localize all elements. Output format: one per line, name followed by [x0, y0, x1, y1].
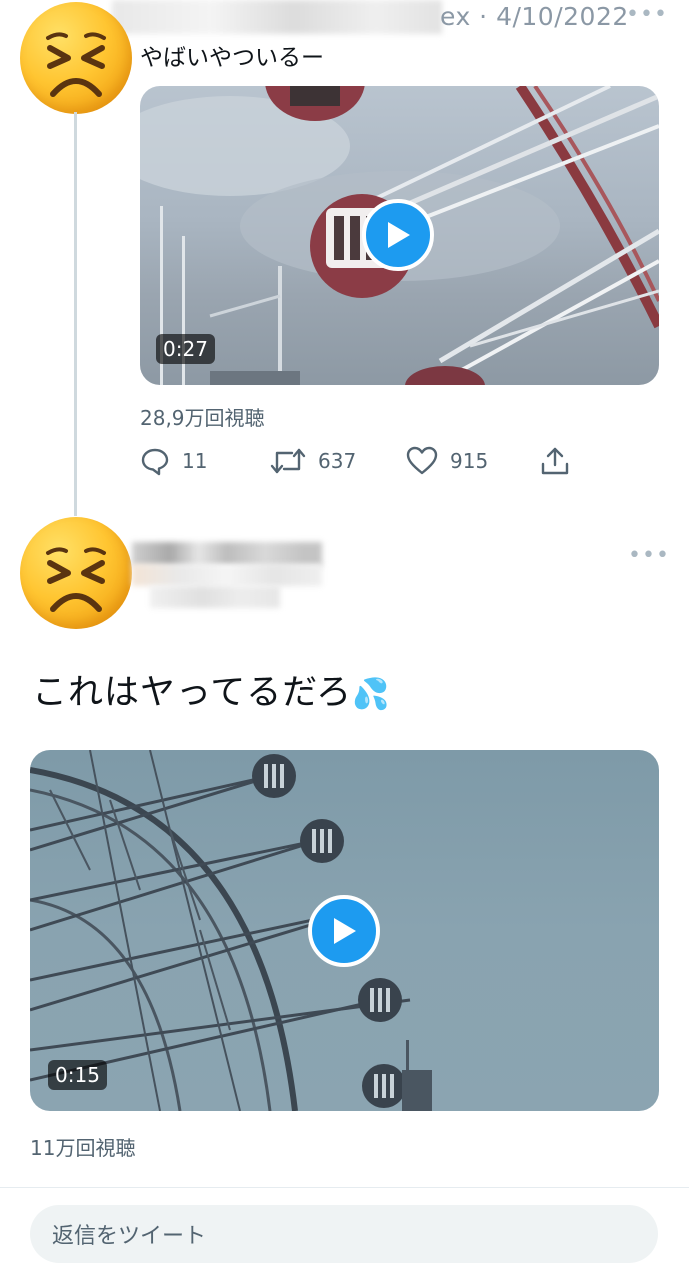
retweet-icon: [270, 448, 306, 474]
play-icon: [388, 222, 410, 248]
avatar[interactable]: [20, 517, 132, 629]
reply-action[interactable]: 11: [140, 446, 207, 476]
view-count: 28,9万回視聴: [140, 406, 265, 430]
avatar[interactable]: [20, 2, 132, 114]
video-thumbnail[interactable]: 0:15: [30, 750, 659, 1111]
reply-input[interactable]: 返信をツイート: [30, 1205, 658, 1263]
tweet-meta: ex · 4/10/2022: [440, 2, 629, 31]
retweet-count: 637: [318, 449, 357, 473]
play-icon: [334, 918, 356, 944]
share-icon: [541, 447, 569, 475]
display-name-blurred: [132, 542, 322, 566]
reply-placeholder: 返信をツイート: [52, 1224, 207, 1249]
retweet-action[interactable]: 637: [270, 446, 356, 476]
like-action[interactable]: 915: [406, 446, 488, 476]
heart-icon: [406, 446, 438, 475]
video-duration: 0:27: [156, 334, 215, 364]
handle-blurred: [132, 564, 322, 586]
divider: [0, 1187, 689, 1188]
reply-icon: [141, 448, 169, 476]
more-dots-icon[interactable]: •••: [626, 2, 668, 27]
username-blurred: [112, 0, 442, 34]
tweet-text: これはヤってるだろ💦: [32, 664, 391, 715]
sweat-drops-icon: 💦: [352, 677, 391, 712]
handle-blurred-2: [150, 586, 280, 608]
share-action[interactable]: [540, 446, 570, 476]
thread-line: [74, 112, 77, 516]
play-button[interactable]: [308, 895, 380, 967]
tweet-text: やばいやついるー: [140, 45, 324, 71]
like-count: 915: [450, 449, 489, 473]
view-count: 11万回視聴: [30, 1136, 136, 1160]
video-duration: 0:15: [48, 1060, 107, 1090]
tweet-text-body: これはヤってるだろ: [32, 673, 353, 713]
play-button[interactable]: [362, 199, 434, 271]
persevering-face-icon: [46, 32, 106, 97]
video-thumbnail[interactable]: 0:27: [140, 86, 659, 385]
more-dots-icon[interactable]: •••: [628, 543, 670, 568]
reply-count: 11: [182, 449, 208, 473]
persevering-face-icon: [46, 547, 106, 612]
